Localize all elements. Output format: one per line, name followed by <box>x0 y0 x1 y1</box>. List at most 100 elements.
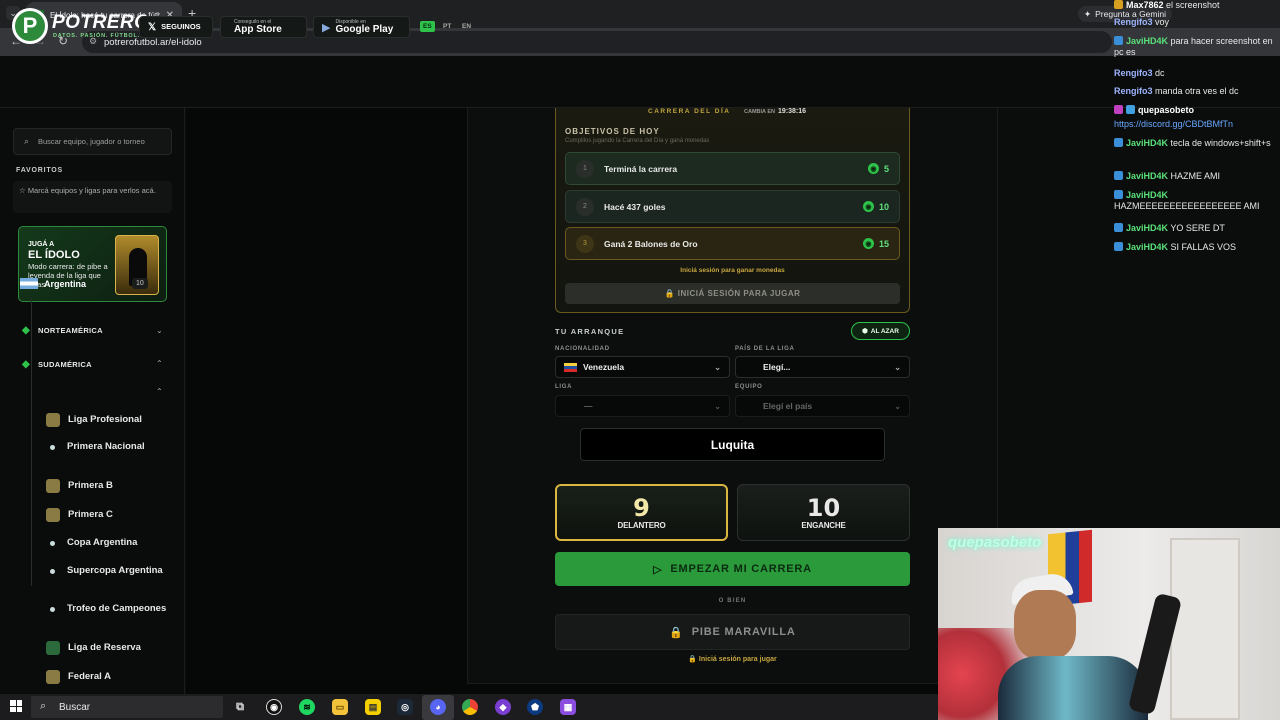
chevron-up-icon[interactable]: ⌃ <box>156 359 163 368</box>
app-store-button[interactable]: Conseguilo en el App Store <box>220 16 307 38</box>
spotify-icon[interactable]: ≋ <box>299 699 315 715</box>
task-view-icon[interactable]: ⧉ <box>232 699 248 715</box>
google-play-big: Google Play <box>335 24 394 35</box>
league-label: Liga Profesional <box>68 414 142 425</box>
league-item[interactable]: Federal A <box>46 670 176 684</box>
league-label: Copa Argentina <box>67 537 138 548</box>
sticky-notes-icon[interactable]: ▤ <box>365 699 381 715</box>
league-item[interactable]: Primera Nacional <box>46 441 176 453</box>
discord-icon[interactable]: ◕ <box>430 699 446 715</box>
objective-reward: 10 <box>878 201 889 212</box>
random-button[interactable]: ⬢ AL AZAR <box>851 322 910 340</box>
league-country-label: PAÍS DE LA LIGA <box>735 346 795 352</box>
nationality-value: Venezuela <box>583 362 625 372</box>
taskbar-search-label: Buscar <box>59 701 91 713</box>
venezuela-flag-icon <box>564 362 577 372</box>
chat-user: quepasobeto <box>1138 105 1195 115</box>
league-country-value: Elegí... <box>763 362 791 372</box>
taskbar-search[interactable]: ⌕ Buscar <box>31 696 223 718</box>
coin-icon: ◉ <box>867 163 879 174</box>
lang-es-button[interactable]: ES <box>420 21 435 32</box>
potrero-logo[interactable]: P <box>12 8 48 44</box>
league-item[interactable]: Copa Argentina <box>46 537 176 549</box>
region-label: NORTEAMÉRICA <box>38 326 103 335</box>
x-logo-icon: 𝕏 <box>148 21 157 33</box>
objective-number: 2 <box>576 197 594 216</box>
wonderkid-login-note[interactable]: 🔒 Iniciá sesión para jugar <box>555 655 910 663</box>
league-item[interactable]: Liga Profesional <box>46 413 176 427</box>
league-item[interactable]: Primera C <box>46 508 176 522</box>
nationality-select[interactable]: Venezuela ⌄ <box>555 356 730 378</box>
country-argentina[interactable]: Argentina <box>20 278 86 289</box>
chevron-down-icon: ⌄ <box>714 362 721 372</box>
objective-row: 1 Terminá la carrera ◉ 5 <box>565 152 900 185</box>
windows-start-icon[interactable] <box>10 700 22 712</box>
chat-user: JaviHD4K <box>1126 36 1169 46</box>
login-coins-link[interactable]: Iniciá sesión para ganar monedas <box>555 267 910 274</box>
league-item[interactable]: Primera B <box>46 479 176 493</box>
sub-badge-icon <box>1114 138 1123 147</box>
league-logo-icon <box>46 479 60 493</box>
door-image <box>1170 538 1240 720</box>
random-label: AL AZAR <box>870 327 899 335</box>
chrome-icon[interactable] <box>462 699 478 715</box>
league-item[interactable]: Trofeo de Campeones <box>46 603 176 615</box>
wonderkid-button[interactable]: 🔒 PIBE MARAVILLA <box>555 614 910 650</box>
app-icon[interactable]: ◆ <box>495 699 511 715</box>
streamer-shirt <box>998 656 1148 720</box>
follow-button[interactable]: 𝕏 SEGUINOS <box>139 16 213 38</box>
objective-row: 2 Hacé 437 goles ◉ 10 <box>565 190 900 223</box>
search-placeholder: Buscar equipo, jugador o torneo <box>38 137 145 146</box>
chat-user: Rengifo3 <box>1114 86 1153 96</box>
chat-text: SI FALLAS VOS <box>1168 242 1237 252</box>
apps-grid-icon[interactable]: ▦ <box>560 699 576 715</box>
lang-pt-button[interactable]: PT <box>440 21 454 32</box>
search-icon: ⌕ <box>40 700 47 712</box>
start-career-button[interactable]: ▷ EMPEZAR MI CARRERA <box>555 552 910 586</box>
play-icon: ▷ <box>653 563 663 576</box>
country-label: Argentina <box>44 278 87 289</box>
obs-icon[interactable]: ◉ <box>266 699 282 715</box>
login-to-play-button[interactable]: 🔒 INICIÁ SESIÓN PARA JUGAR <box>565 283 900 304</box>
league-country-select[interactable]: Elegí... ⌄ <box>735 356 910 378</box>
league-item[interactable]: Liga de Reserva <box>46 641 176 655</box>
lang-en-button[interactable]: EN <box>459 21 474 32</box>
rocket-league-icon[interactable]: ⬟ <box>527 699 543 715</box>
objectives-subtitle: Cumplilos jugando la Carrera del Día y g… <box>565 138 710 144</box>
objective-reward: 5 <box>883 163 889 174</box>
favorites-hint: Marcá equipos y ligas para verlos acá. <box>27 186 156 195</box>
site-header <box>0 56 1280 108</box>
search-icon: ⌕ <box>24 136 30 146</box>
start-career-label: EMPEZAR MI CARRERA <box>670 563 812 575</box>
chat-user: JaviHD4K <box>1126 223 1169 233</box>
region-label: SUDAMÉRICA <box>38 360 92 369</box>
region-sudamerica[interactable]: ◆ SUDAMÉRICA <box>22 359 92 370</box>
sub-badge-icon <box>1114 223 1123 232</box>
el-idolo-promo-card[interactable]: JUGÁ A EL ÍDOLO Modo carrera: de pibe a … <box>18 226 167 302</box>
league-select[interactable]: — ⌄ <box>555 395 730 417</box>
steam-icon[interactable]: ◎ <box>397 699 413 715</box>
chat-text: voy <box>1152 17 1170 27</box>
chevron-down-icon[interactable]: ⌄ <box>156 326 163 335</box>
file-explorer-icon[interactable]: ▭ <box>332 699 348 715</box>
google-play-icon: ▶ <box>322 21 331 34</box>
google-play-button[interactable]: ▶ Disponible en Google Play <box>313 16 410 38</box>
league-label: Primera C <box>68 509 113 520</box>
league-logo-icon <box>50 568 55 574</box>
league-label: Primera B <box>68 480 113 491</box>
league-label: Federal A <box>68 671 111 682</box>
brand-name[interactable]: POTRERO <box>52 12 149 34</box>
team-select[interactable]: Elegí el país ⌄ <box>735 395 910 417</box>
chat-user: Max7862 <box>1126 0 1164 10</box>
position-card-enganche[interactable]: 10 ENGANCHE <box>737 484 910 541</box>
league-logo-icon <box>46 508 60 522</box>
league-label: LIGA <box>555 384 573 390</box>
search-input[interactable]: ⌕ Buscar equipo, jugador o torneo <box>13 128 172 155</box>
countdown: CAMBIA EN 19:38:16 <box>744 108 806 115</box>
position-card-delantero[interactable]: 9 DELANTERO <box>555 484 728 541</box>
player-name-input[interactable]: Luquita <box>580 428 885 461</box>
chevron-up-icon[interactable]: ⌃ <box>156 387 163 396</box>
region-norteamerica[interactable]: ◆ NORTEAMÉRICA <box>22 325 103 336</box>
chat-link[interactable]: https://discord.gg/CBDtBMfTn <box>1114 119 1274 130</box>
league-item[interactable]: Supercopa Argentina <box>46 565 176 577</box>
